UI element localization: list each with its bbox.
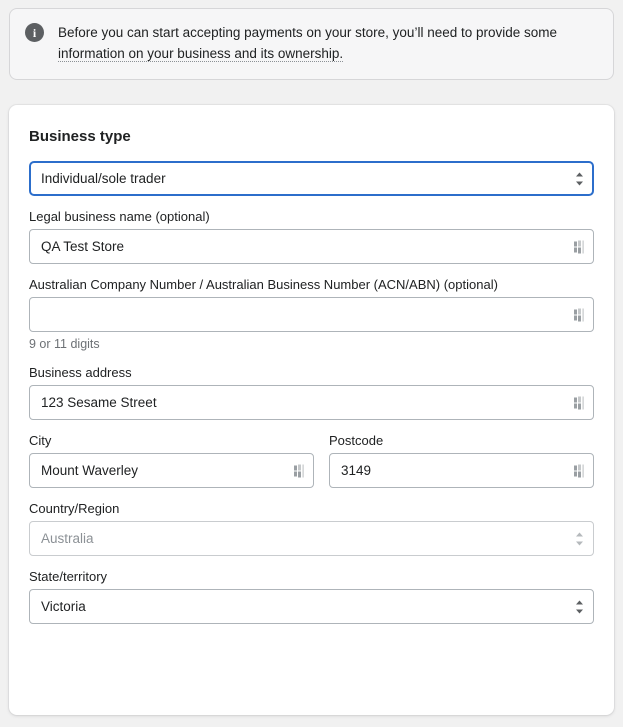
field-business-address: Business address	[29, 364, 594, 420]
business-details-card: Business type Individual/sole trader Leg…	[9, 105, 614, 715]
city-label: City	[29, 433, 52, 448]
page-title: Business type	[29, 128, 131, 145]
info-banner-text: Before you can start accepting payments …	[58, 22, 588, 64]
legal-business-name-input[interactable]	[29, 229, 594, 264]
country-region-value: Australia	[41, 531, 94, 546]
field-city: City	[29, 432, 314, 488]
business-type-value: Individual/sole trader	[41, 171, 166, 186]
field-acn-abn: Australian Company Number / Australian B…	[29, 276, 594, 352]
postcode-label: Postcode	[329, 433, 384, 448]
country-region-select: Australia	[29, 521, 594, 556]
field-postcode: Postcode	[329, 432, 594, 488]
business-address-input[interactable]	[29, 385, 594, 420]
state-territory-select[interactable]: Victoria	[29, 589, 594, 624]
postcode-input[interactable]	[329, 453, 594, 488]
state-territory-select-box[interactable]: Victoria	[29, 589, 594, 624]
acn-abn-help-text: 9 or 11 digits	[29, 337, 100, 351]
state-territory-label: State/territory	[29, 569, 108, 584]
field-country-region: Country/Region Australia	[29, 500, 594, 556]
legal-business-name-label: Legal business name (optional)	[29, 209, 210, 224]
state-territory-value: Victoria	[41, 599, 86, 614]
city-input[interactable]	[29, 453, 314, 488]
info-icon: i	[25, 23, 44, 42]
city-postcode-row: City Postcode	[29, 432, 594, 488]
business-type-select-box[interactable]: Individual/sole trader	[29, 161, 594, 196]
field-state-territory: State/territory Victoria	[29, 568, 594, 624]
info-banner: i Before you can start accepting payment…	[9, 8, 614, 80]
postcode-control	[329, 453, 594, 488]
city-control	[29, 453, 314, 488]
business-ownership-link[interactable]: information on your business and its own…	[58, 46, 344, 62]
country-region-label: Country/Region	[29, 501, 120, 516]
legal-business-name-control	[29, 229, 594, 264]
country-region-select-box: Australia	[29, 521, 594, 556]
info-banner-lead: Before you can start accepting payments …	[58, 25, 558, 40]
business-type-select[interactable]: Individual/sole trader	[29, 161, 594, 196]
business-address-control	[29, 385, 594, 420]
acn-abn-input[interactable]	[29, 297, 594, 332]
field-legal-business-name: Legal business name (optional)	[29, 208, 594, 264]
acn-abn-label: Australian Company Number / Australian B…	[29, 277, 498, 292]
acn-abn-control	[29, 297, 594, 332]
business-address-label: Business address	[29, 365, 132, 380]
field-business-type: Individual/sole trader	[29, 161, 594, 196]
